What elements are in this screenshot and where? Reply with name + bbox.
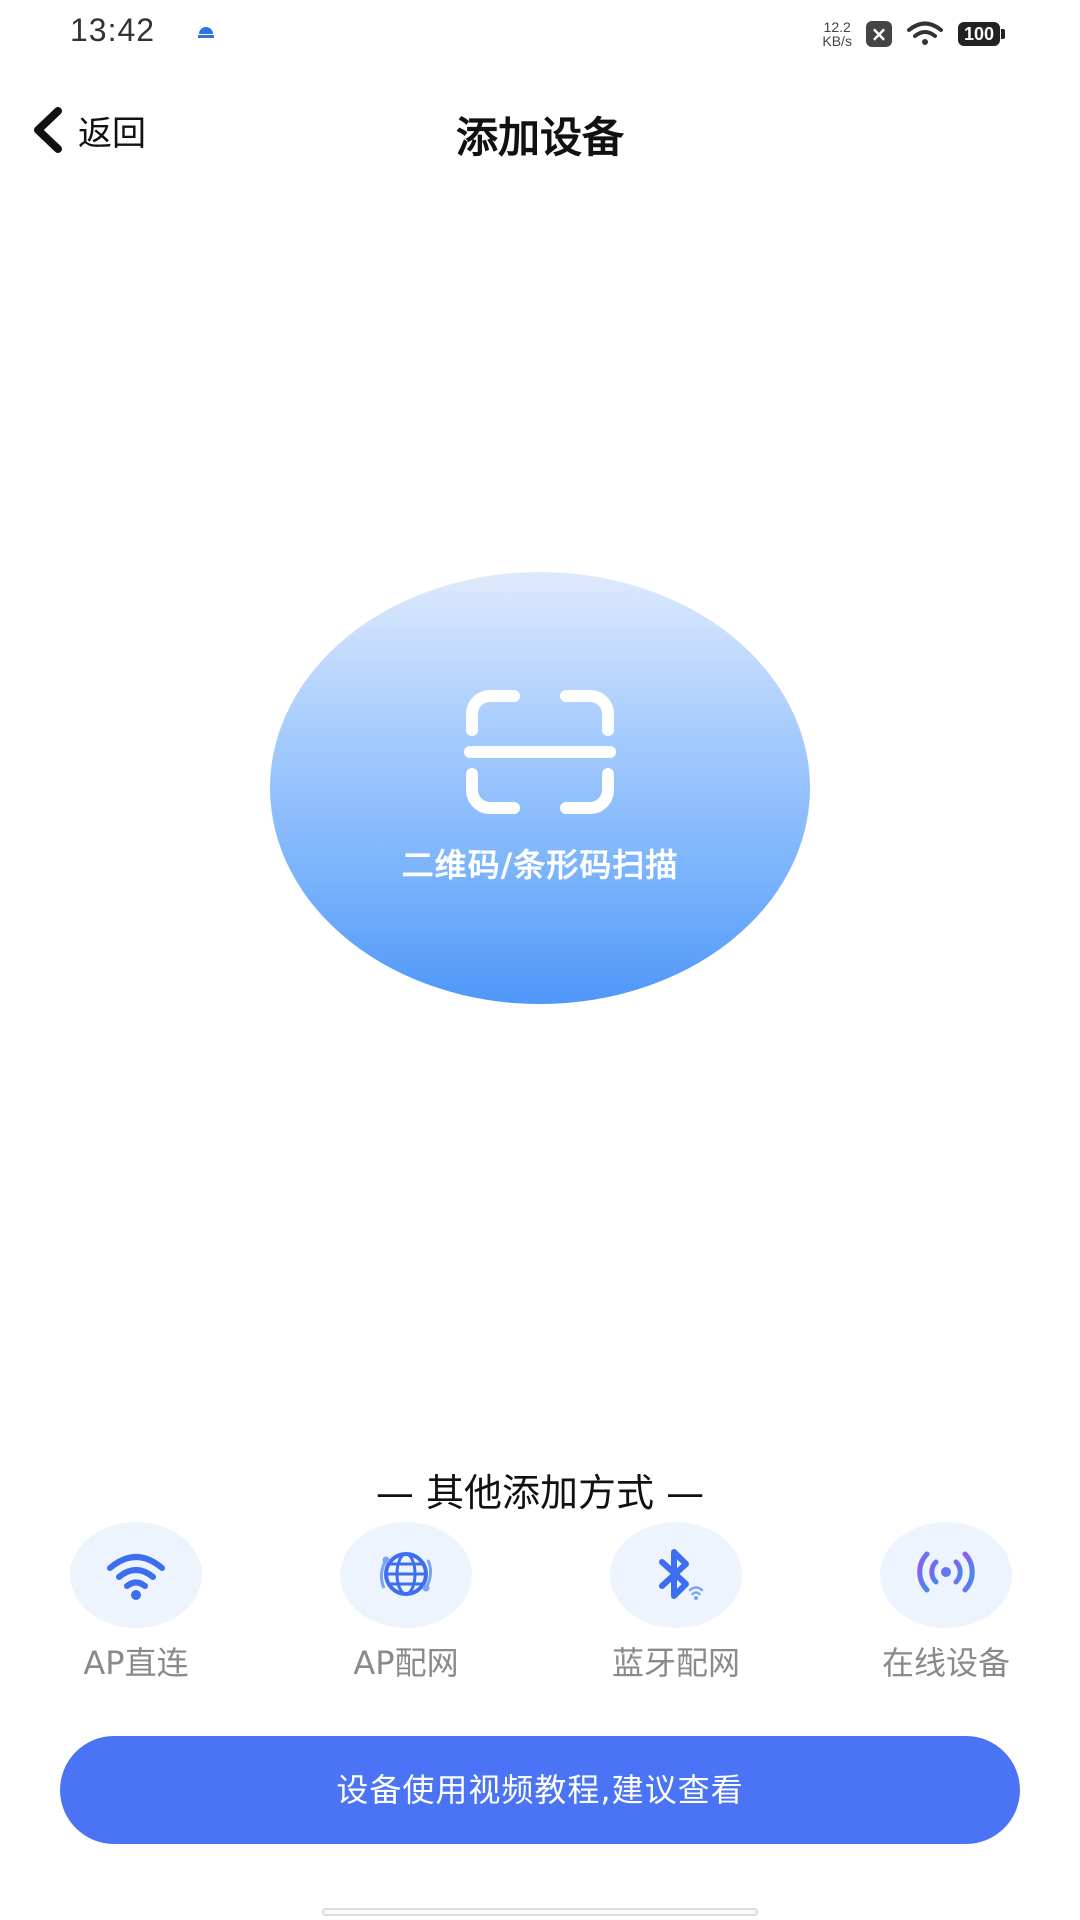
- method-icon-circle: [610, 1522, 742, 1628]
- wifi-icon: [107, 1554, 165, 1600]
- page-title: 添加设备: [455, 113, 624, 162]
- net-speed-unit: KB/s: [822, 33, 852, 49]
- scan-label: 二维码/条形码扫描: [401, 846, 679, 884]
- home-indicator[interactable]: [322, 1908, 758, 1916]
- close-square-icon: ×: [865, 21, 892, 47]
- header: 返回 添加设备: [0, 80, 1080, 180]
- status-time: 13:42: [70, 12, 156, 48]
- method-label: 蓝牙配网: [611, 1644, 740, 1682]
- video-tutorial-button[interactable]: 设备使用视频教程,建议查看: [60, 1736, 1020, 1844]
- scan-frame-icon: [464, 690, 616, 814]
- bluetooth-icon: [659, 1549, 704, 1600]
- method-bluetooth[interactable]: 蓝牙配网: [566, 1522, 786, 1684]
- method-label: 在线设备: [881, 1644, 1010, 1682]
- method-label: AP配网: [353, 1644, 459, 1682]
- method-label: AP直连: [83, 1644, 189, 1682]
- method-icon-circle: [880, 1522, 1012, 1628]
- broadcast-icon: [917, 1551, 975, 1597]
- method-online-device[interactable]: 在线设备: [836, 1522, 1056, 1684]
- app-notification-icon: [198, 27, 214, 38]
- wifi-signal-icon: [906, 21, 943, 45]
- method-ap-direct[interactable]: AP直连: [26, 1522, 246, 1684]
- method-icon-circle: [70, 1522, 202, 1628]
- battery-indicator: 100: [957, 22, 1006, 46]
- scan-button[interactable]: 二维码/条形码扫描: [270, 572, 810, 1004]
- method-ap-config[interactable]: AP配网: [296, 1522, 516, 1684]
- net-speed-value: 12.2: [823, 19, 851, 35]
- status-icons: 12.2 KB/s × 100: [822, 16, 1006, 52]
- other-methods-title: — 其他添加方式 —: [375, 1471, 705, 1515]
- globe-network-icon: [379, 1552, 433, 1596]
- other-methods-list: AP直连 AP配网 蓝牙配网 在线设备: [0, 1522, 1080, 1682]
- status-bar: 13:42 12.2 KB/s × 100: [0, 0, 1080, 70]
- method-icon-circle: [340, 1522, 472, 1628]
- net-speed: 12.2 KB/s: [822, 20, 852, 48]
